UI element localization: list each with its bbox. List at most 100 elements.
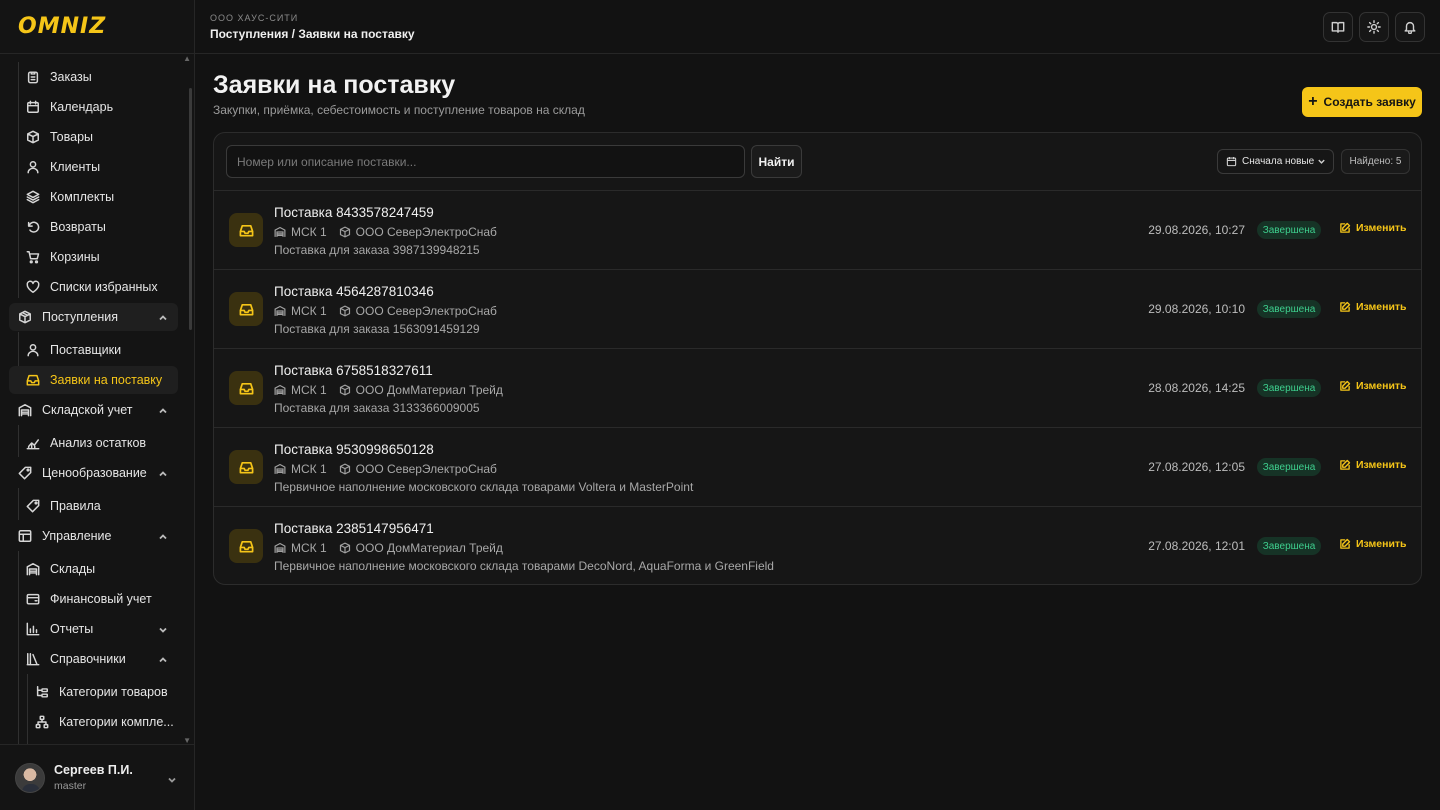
edit-button[interactable]: Изменить xyxy=(1339,301,1407,313)
supply-warehouse: МСК 1 xyxy=(291,383,327,397)
user-menu[interactable]: Сергеев П.И. master xyxy=(0,744,195,810)
sidebar-item-label: Финансовый учет xyxy=(50,592,152,606)
edit-label: Изменить xyxy=(1356,538,1407,550)
sidebar-item-orders[interactable]: Заказы xyxy=(18,63,178,91)
sidebar-item-kits[interactable]: Комплекты xyxy=(18,183,178,211)
sidebar-item-label: Клиенты xyxy=(50,160,101,174)
create-request-button[interactable]: + Создать заявку xyxy=(1302,87,1422,117)
sidebar-item-products[interactable]: Товары xyxy=(18,123,178,151)
chevron-up-icon xyxy=(158,531,168,541)
sidebar-item-kit-categories[interactable]: Категории компле... xyxy=(27,708,177,736)
sidebar-group-incoming[interactable]: Поступления xyxy=(9,303,178,331)
supply-supplier: ООО СеверЭлектроСнаб xyxy=(355,462,497,476)
supply-date: 27.08.2026, 12:05 xyxy=(1148,460,1245,474)
sidebar-item-carts[interactable]: Корзины xyxy=(18,243,178,271)
supply-description: Поставка для заказа 1563091459129 xyxy=(274,322,480,336)
inbox-icon xyxy=(229,292,263,326)
calendar-icon xyxy=(26,100,40,114)
sidebar-group-pricing[interactable]: Ценообразование xyxy=(9,459,178,487)
inbox-icon xyxy=(229,529,263,563)
box-icon xyxy=(26,130,40,144)
plus-icon: + xyxy=(1308,93,1318,110)
find-button[interactable]: Найти xyxy=(751,145,802,178)
supply-row[interactable]: Поставка 9530998650128 МСК 1 ООО СеверЭл… xyxy=(214,428,1421,507)
supply-title[interactable]: Поставка 4564287810346 xyxy=(274,284,434,299)
sidebar-group-warehouse[interactable]: Складской учет xyxy=(9,396,178,424)
sidebar-item-directories[interactable]: Справочники xyxy=(18,645,178,673)
supply-title[interactable]: Поставка 6758518327611 xyxy=(274,363,433,378)
supply-supplier: ООО ДомМатериал Трейд xyxy=(355,383,503,397)
box-icon xyxy=(339,305,356,317)
edit-button[interactable]: Изменить xyxy=(1339,538,1407,550)
list-toolbar: Найти Сначала новые Найдено: 5 xyxy=(214,133,1421,191)
heart-icon xyxy=(26,280,40,294)
sidebar-item-wishlists[interactable]: Списки избранных xyxy=(18,273,178,301)
edit-button[interactable]: Изменить xyxy=(1339,380,1407,392)
sidebar-item-rules[interactable]: Правила xyxy=(18,492,178,520)
user-info: Сергеев П.И. master xyxy=(54,763,133,792)
warehouse-icon xyxy=(274,384,291,396)
page-subtitle: Закупки, приёмка, себестоимость и поступ… xyxy=(213,103,585,117)
supply-row[interactable]: Поставка 6758518327611 МСК 1 ООО ДомМате… xyxy=(214,349,1421,428)
edit-button[interactable]: Изменить xyxy=(1339,459,1407,471)
supply-row[interactable]: Поставка 4564287810346 МСК 1 ООО СеверЭл… xyxy=(214,270,1421,349)
supply-row[interactable]: Поставка 2385147956471 МСК 1 ООО ДомМате… xyxy=(214,507,1421,584)
layers-icon xyxy=(26,190,40,204)
chart-line-icon xyxy=(26,436,40,450)
supply-title[interactable]: Поставка 8433578247459 xyxy=(274,205,434,220)
chevron-down-icon xyxy=(158,624,168,634)
supply-title[interactable]: Поставка 2385147956471 xyxy=(274,521,434,536)
chevron-up-icon xyxy=(158,654,168,664)
sidebar-item-calendar[interactable]: Календарь xyxy=(18,93,178,121)
docs-button[interactable] xyxy=(1323,12,1353,42)
sidebar-item-label: Заявки на поставку xyxy=(50,373,163,387)
sidebar-item-label: Категории товаров xyxy=(59,685,168,699)
user-name: Сергеев П.И. xyxy=(54,763,133,777)
sidebar: OMNIZ ▲ ▼ Заказы Календарь Товары Клиент… xyxy=(0,0,195,810)
theme-toggle-button[interactable] xyxy=(1359,12,1389,42)
sidebar-item-finance[interactable]: Финансовый учет xyxy=(18,585,178,613)
page-title: Заявки на поставку xyxy=(213,71,456,99)
sidebar-item-label: Отчеты xyxy=(50,622,94,636)
sidebar-item-reports[interactable]: Отчеты xyxy=(18,615,178,643)
chevron-down-icon[interactable] xyxy=(167,773,177,783)
supply-requests-card: Найти Сначала новые Найдено: 5 Поставка … xyxy=(213,132,1422,585)
supply-supplier: ООО СеверЭлектроСнаб xyxy=(355,304,497,318)
supply-warehouse: МСК 1 xyxy=(291,304,327,318)
warehouse-icon xyxy=(274,463,291,475)
tag-icon xyxy=(26,499,40,513)
create-request-label: Создать заявку xyxy=(1323,95,1416,109)
network-icon xyxy=(35,715,49,729)
supply-row[interactable]: Поставка 8433578247459 МСК 1 ООО СеверЭл… xyxy=(214,191,1421,270)
clipboard-icon xyxy=(26,70,40,84)
user-icon xyxy=(26,343,40,357)
supply-title[interactable]: Поставка 9530998650128 xyxy=(274,442,434,457)
edit-button[interactable]: Изменить xyxy=(1339,222,1407,234)
sidebar-item-supply-requests[interactable]: Заявки на поставку xyxy=(9,366,178,394)
sidebar-item-returns[interactable]: Возвраты xyxy=(18,213,178,241)
edit-icon xyxy=(1339,459,1356,471)
logo[interactable]: OMNIZ xyxy=(18,14,106,39)
supply-supplier: ООО ДомМатериал Трейд xyxy=(355,541,503,555)
search-input[interactable] xyxy=(226,145,745,178)
status-badge: Завершена xyxy=(1257,458,1321,476)
topbar: ООО ХАУС-СИТИ Поступления / Заявки на по… xyxy=(195,0,1440,54)
supply-meta: МСК 1 ООО ДомМатериал Трейд xyxy=(274,383,503,397)
sidebar-item-clients[interactable]: Клиенты xyxy=(18,153,178,181)
sidebar-group-management[interactable]: Управление xyxy=(9,522,178,550)
notifications-button[interactable] xyxy=(1395,12,1425,42)
sidebar-item-stock-analysis[interactable]: Анализ остатков xyxy=(18,429,178,457)
warehouse-icon xyxy=(274,542,291,554)
sidebar-item-suppliers[interactable]: Поставщики xyxy=(18,336,178,364)
supply-meta: МСК 1 ООО СеверЭлектроСнаб xyxy=(274,225,497,239)
tree-icon xyxy=(35,685,49,699)
status-badge: Завершена xyxy=(1257,300,1321,318)
sidebar-group-label: Поступления xyxy=(42,310,118,324)
warehouse-icon xyxy=(18,403,32,417)
sidebar-item-label: Возвраты xyxy=(50,220,106,234)
sun-icon xyxy=(1367,20,1381,34)
sidebar-item-label: Поставщики xyxy=(50,343,122,357)
sidebar-item-product-categories[interactable]: Категории товаров xyxy=(27,678,177,706)
sort-select[interactable]: Сначала новые xyxy=(1217,149,1334,174)
sidebar-item-warehouses[interactable]: Склады xyxy=(18,555,178,583)
